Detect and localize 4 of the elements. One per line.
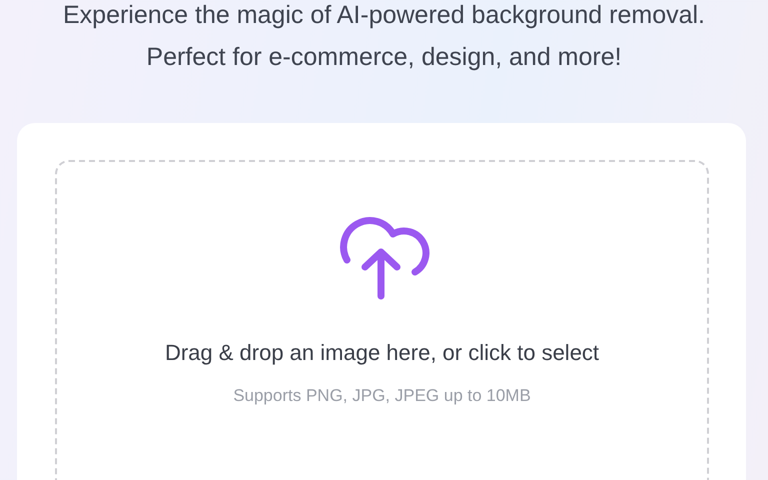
- drop-zone[interactable]: Drag & drop an image here, or click to select Supports PNG, JPG, JPEG up to 10MB: [55, 160, 709, 480]
- intro-text: Experience the magic of AI-powered background removal. Perfect for e-commerce, design, and more!: [62, 0, 706, 73]
- drop-prompt: Drag & drop an image here, or click to select: [164, 340, 600, 366]
- format-hint: Supports PNG, JPG, JPEG up to 10MB: [233, 386, 531, 406]
